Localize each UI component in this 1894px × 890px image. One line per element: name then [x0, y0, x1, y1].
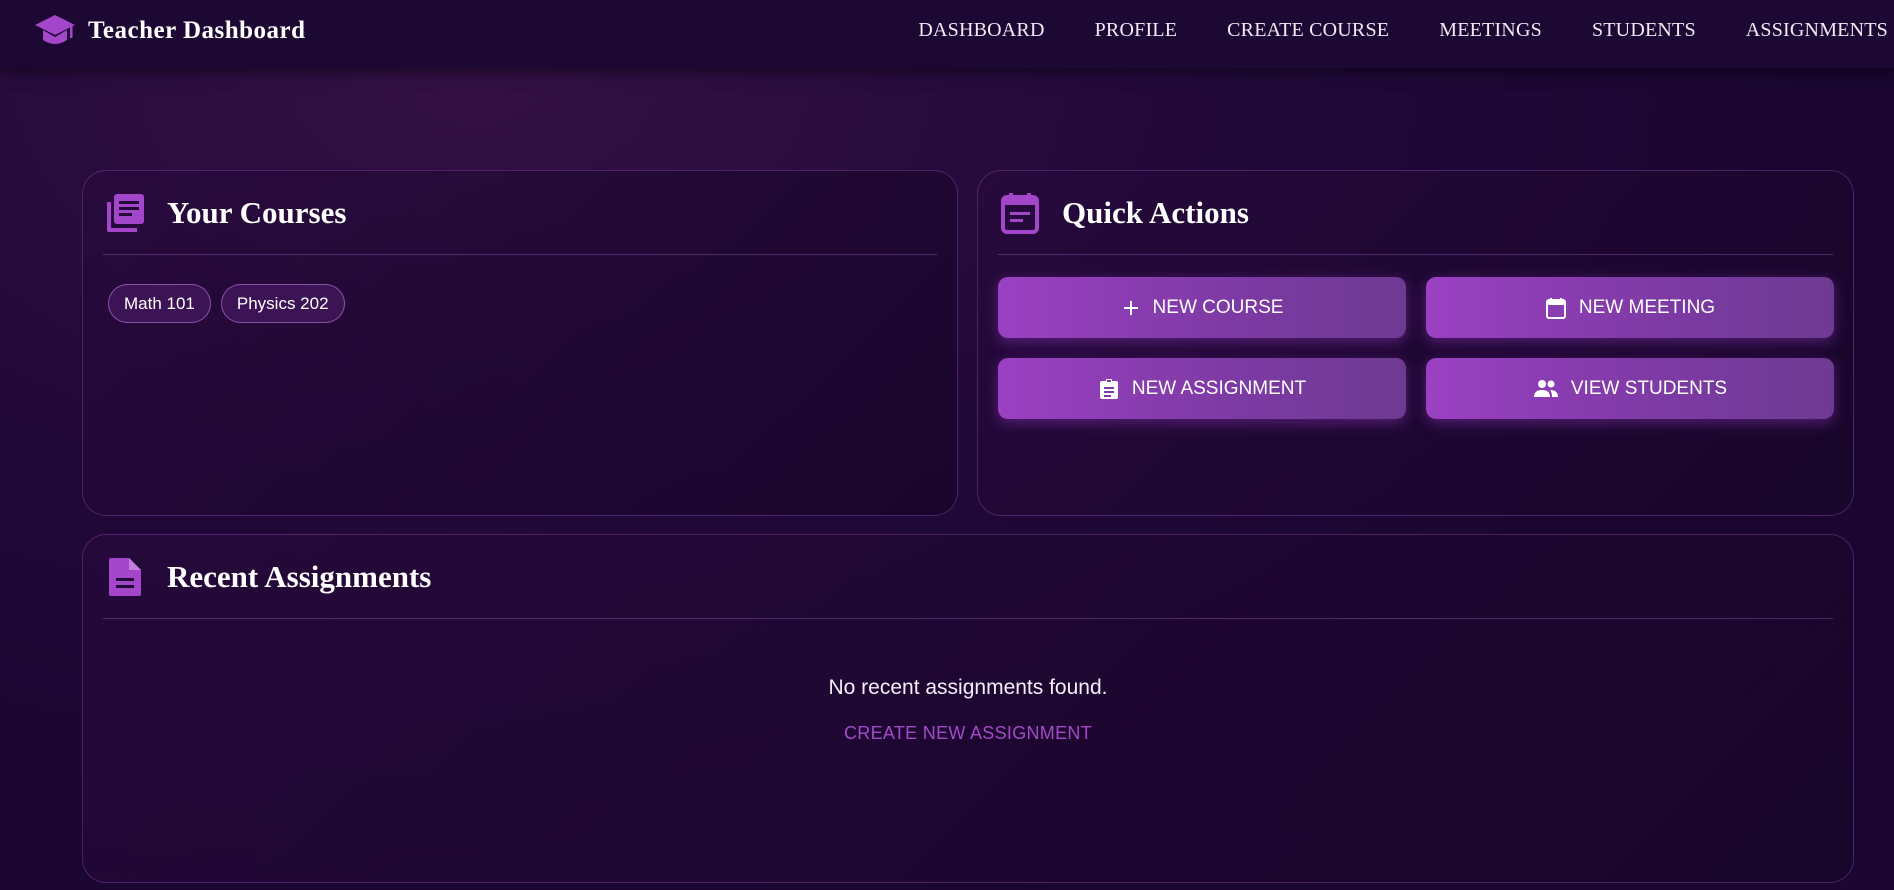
- quick-actions-title: Quick Actions: [1062, 195, 1249, 230]
- courses-card: Your Courses Math 101 Physics 202: [82, 170, 958, 516]
- nav-create-course[interactable]: CREATE COURSE: [1227, 19, 1389, 42]
- course-chip[interactable]: Physics 202: [220, 284, 345, 323]
- plus-icon: [1123, 300, 1138, 315]
- nav-assignments[interactable]: ASSIGNMENTS: [1746, 19, 1888, 42]
- new-meeting-button[interactable]: NEW MEETING: [1426, 277, 1834, 338]
- library-books-icon: [103, 191, 147, 235]
- app-title: Teacher Dashboard: [88, 17, 306, 44]
- recent-assignments-title: Recent Assignments: [167, 559, 432, 594]
- nav-menu: DASHBOARD PROFILE CREATE COURSE MEETINGS…: [918, 19, 1894, 42]
- nav-meetings[interactable]: MEETINGS: [1439, 19, 1542, 42]
- recent-assignments-card-header: Recent Assignments: [103, 555, 1833, 619]
- document-icon: [103, 555, 147, 599]
- new-assignment-label: NEW ASSIGNMENT: [1131, 377, 1307, 399]
- assignment-icon: [1099, 378, 1118, 399]
- new-meeting-label: NEW MEETING: [1578, 296, 1716, 318]
- brand[interactable]: Teacher Dashboard: [34, 12, 306, 50]
- new-assignment-button[interactable]: NEW ASSIGNMENT: [998, 358, 1406, 419]
- courses-card-header: Your Courses: [103, 191, 937, 255]
- top-navbar: Teacher Dashboard DASHBOARD PROFILE CREA…: [0, 0, 1894, 68]
- view-students-label: VIEW STUDENTS: [1570, 377, 1728, 399]
- nav-students[interactable]: STUDENTS: [1592, 19, 1696, 42]
- nav-profile[interactable]: PROFILE: [1095, 19, 1178, 42]
- new-course-label: NEW COURSE: [1152, 296, 1284, 318]
- recent-assignments-card: Recent Assignments No recent assignments…: [82, 534, 1854, 883]
- people-icon: [1533, 379, 1558, 397]
- quick-actions-grid: NEW COURSE NEW MEETING NEW ASSIGNMENT VI…: [998, 277, 1834, 419]
- courses-title: Your Courses: [167, 195, 347, 230]
- new-course-button[interactable]: NEW COURSE: [998, 277, 1406, 338]
- course-chip[interactable]: Math 101: [108, 284, 211, 323]
- view-students-button[interactable]: VIEW STUDENTS: [1426, 358, 1834, 419]
- quick-actions-card-header: Quick Actions: [998, 191, 1833, 255]
- quick-actions-card: Quick Actions NEW COURSE NEW MEETING NEW…: [977, 170, 1854, 516]
- nav-dashboard[interactable]: DASHBOARD: [918, 19, 1044, 42]
- calendar-icon: [1545, 297, 1566, 319]
- course-list: Math 101 Physics 202: [108, 284, 345, 323]
- event-note-icon: [998, 191, 1042, 235]
- graduation-cap-icon: [34, 12, 76, 50]
- empty-state-message: No recent assignments found.: [828, 676, 1108, 699]
- create-assignment-link[interactable]: CREATE NEW ASSIGNMENT: [83, 723, 1853, 744]
